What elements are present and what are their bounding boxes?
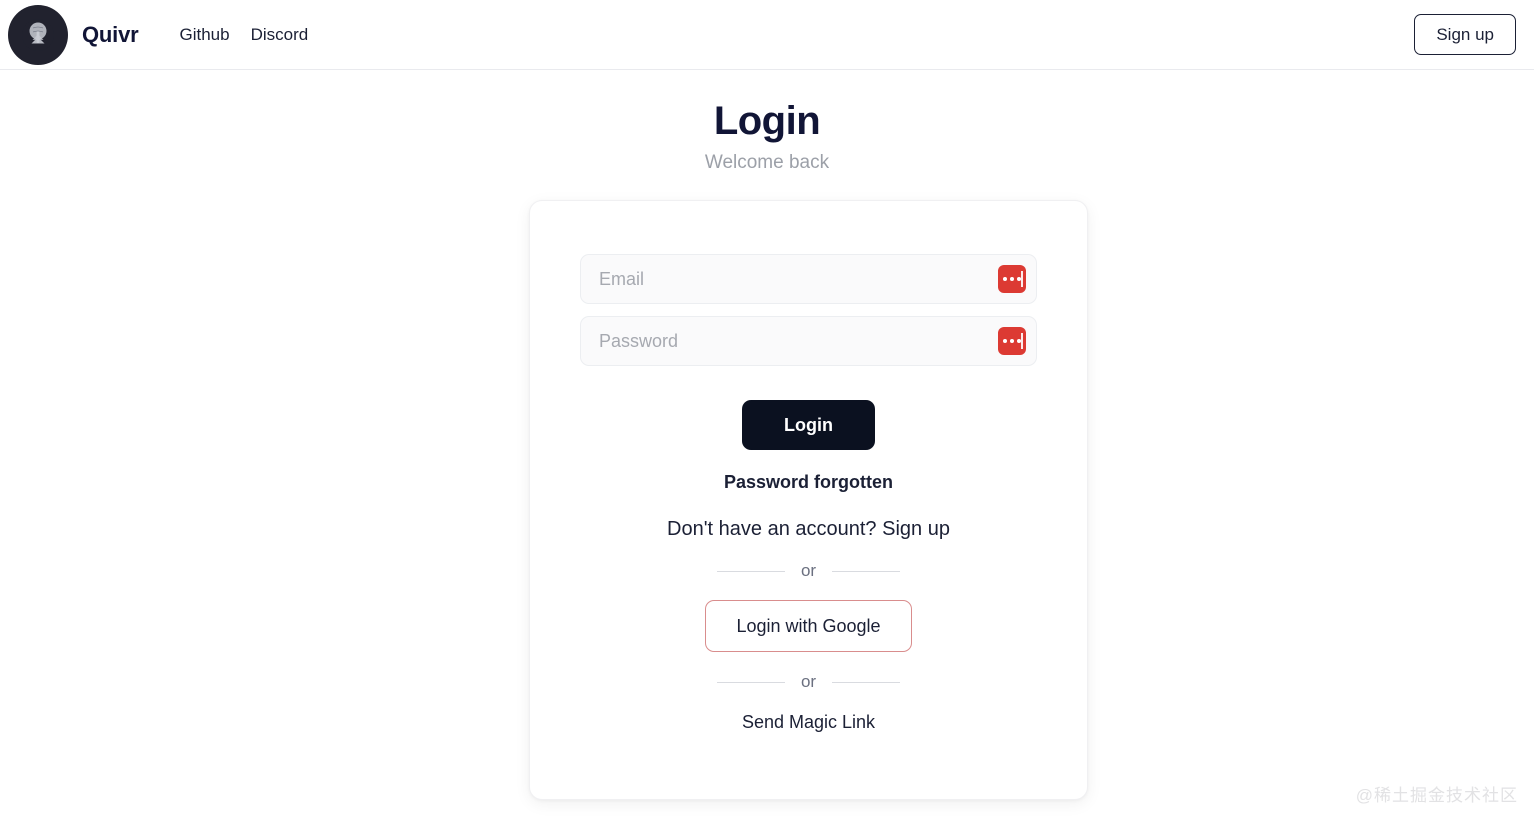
page-heading: Login Welcome back <box>0 98 1534 175</box>
signup-prompt: Don't have an account? Sign up <box>667 518 950 541</box>
pwm-bar <box>1021 333 1023 349</box>
divider-or-google: or <box>716 561 901 581</box>
pwm-dot <box>1010 339 1014 343</box>
pwm-dot <box>1003 277 1007 281</box>
pwm-dot <box>1003 339 1007 343</box>
nav-link-discord[interactable]: Discord <box>251 25 309 45</box>
divider-label: or <box>800 672 817 691</box>
divider-rule-right <box>832 570 901 572</box>
divider-rule-left <box>716 681 785 683</box>
signup-prompt-link[interactable]: Don't have an account? Sign up <box>667 518 950 540</box>
brand[interactable]: Quivr <box>8 4 139 65</box>
top-header: Quivr Github Discord Sign up <box>0 0 1534 70</box>
pwm-bar <box>1021 271 1023 287</box>
send-magic-link-button[interactable]: Send Magic Link <box>742 712 875 733</box>
divider-or-magic-link: or <box>716 672 901 692</box>
pwm-dot <box>1010 277 1014 281</box>
signup-button[interactable]: Sign up <box>1414 14 1516 55</box>
divider-rule-right <box>832 681 901 683</box>
nav-link-github[interactable]: Github <box>179 25 229 45</box>
login-with-google-button[interactable]: Login with Google <box>705 600 912 652</box>
divider-label: or <box>800 561 817 580</box>
main-nav: Github Discord <box>179 25 308 45</box>
password-forgotten-link[interactable]: Password forgotten <box>724 472 893 493</box>
watermark: @稀土掘金技术社区 <box>1355 786 1518 805</box>
page-title: Login <box>713 99 821 143</box>
login-card: Login Password forgotten Don't have an a… <box>529 200 1088 800</box>
password-field-wrapper <box>580 316 1037 366</box>
email-input[interactable] <box>580 254 1037 304</box>
divider-rule-left <box>716 570 785 572</box>
password-manager-icon[interactable] <box>998 265 1026 293</box>
password-manager-icon[interactable] <box>998 327 1026 355</box>
login-submit-button[interactable]: Login <box>742 400 875 450</box>
password-input[interactable] <box>580 316 1037 366</box>
page-subtitle: Welcome back <box>704 152 830 173</box>
quivr-tree-logo-icon <box>8 4 68 65</box>
brand-name: Quivr <box>82 21 139 47</box>
email-field-wrapper <box>580 254 1037 304</box>
